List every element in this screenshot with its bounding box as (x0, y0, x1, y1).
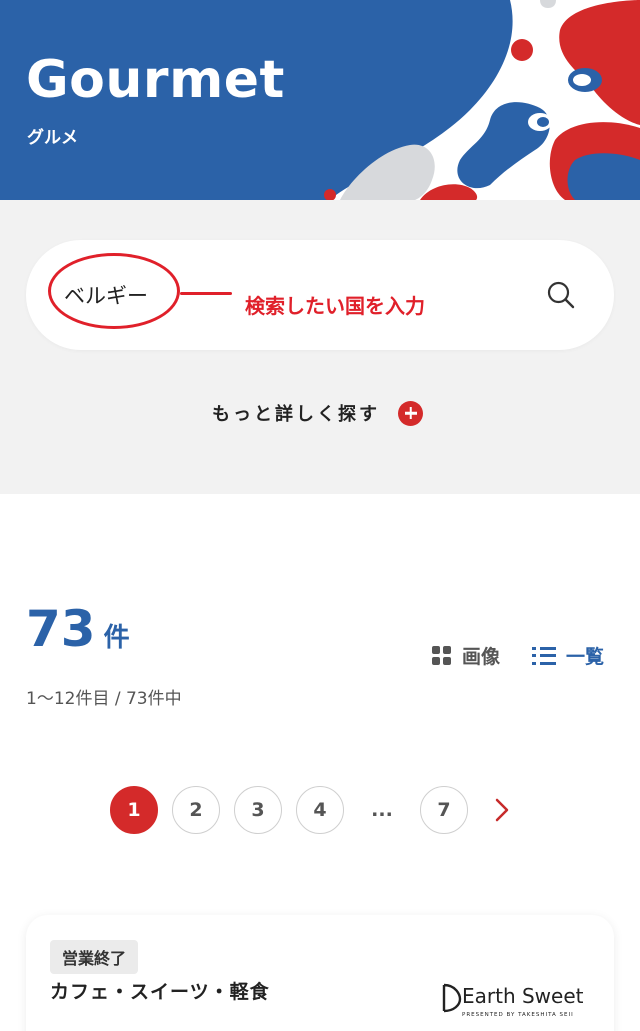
page-subtitle: グルメ (27, 128, 78, 148)
annotation-pointer (180, 292, 232, 295)
pagination: 1 2 3 4 ... 7 (110, 786, 522, 834)
page-button-3[interactable]: 3 (234, 786, 282, 834)
view-image-label: 画像 (462, 646, 501, 668)
page-button-2[interactable]: 2 (172, 786, 220, 834)
plus-icon (398, 400, 423, 426)
result-count-number: 73 (26, 600, 96, 658)
search-input[interactable] (64, 270, 194, 320)
shop-category: カフェ・スイーツ・軽食 (50, 981, 270, 1003)
result-count-unit: 件 (103, 623, 130, 653)
page-button-last[interactable]: 7 (420, 786, 468, 834)
page-ellipsis: ... (371, 799, 393, 821)
advanced-search-link[interactable]: もっと詳しく探す (212, 400, 423, 426)
annotation-text: 検索したい国を入力 (245, 294, 425, 318)
page-button-4[interactable]: 4 (296, 786, 344, 834)
grid-icon (432, 645, 452, 666)
shop-card[interactable]: 営業終了 カフェ・スイーツ・軽食 Earth Sweet PRESENTED B… (26, 915, 614, 1031)
page-header: Gourmet グルメ (0, 0, 640, 200)
search-section: 検索したい国を入力 もっと詳しく探す (0, 200, 640, 494)
status-badge: 営業終了 (50, 940, 139, 974)
logo-subtext: PRESENTED BY TAKESHITA SEII (462, 1012, 574, 1018)
view-toggle: 画像 一覧 (432, 642, 604, 669)
list-icon (532, 647, 556, 665)
result-range: 1～12件目 / 73件中 (26, 689, 182, 709)
page-button-1[interactable]: 1 (110, 786, 158, 834)
view-list-button[interactable]: 一覧 (532, 642, 604, 669)
view-image-button[interactable]: 画像 (432, 642, 500, 669)
view-list-label: 一覧 (566, 646, 605, 668)
advanced-search-label: もっと詳しく探す (212, 404, 380, 425)
next-page-button[interactable] (482, 786, 522, 834)
chevron-right-icon (495, 798, 509, 822)
result-count: 73 件 (26, 600, 130, 658)
search-icon[interactable] (546, 280, 576, 310)
page-title: Gourmet (26, 50, 285, 110)
logo-text: Earth Sweet (462, 984, 584, 1008)
shop-logo: Earth Sweet PRESENTED BY TAKESHITA SEII (442, 983, 584, 1018)
